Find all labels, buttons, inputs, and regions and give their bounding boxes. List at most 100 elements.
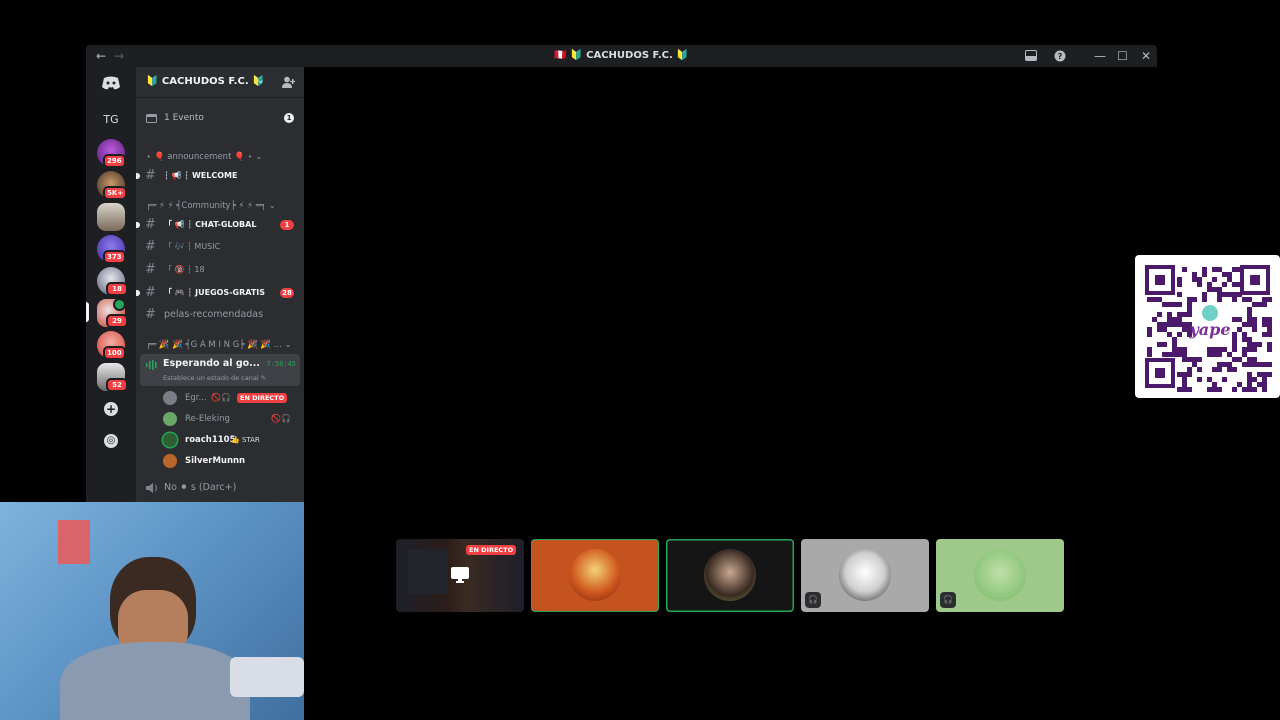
participant-tile[interactable]: 🎧 — [801, 539, 929, 612]
voice-user[interactable]: SilverMunnn — [163, 451, 303, 471]
voice-stage: EN DIRECTO 🎧 🎧 — [304, 67, 1157, 667]
voice-channel[interactable]: No ⚫ s (Darc+) — [136, 478, 304, 498]
qr-module — [1172, 322, 1177, 327]
qr-module — [1237, 327, 1242, 332]
qr-module — [1252, 322, 1257, 327]
text-channel-icon: # — [145, 262, 156, 277]
add-server-button[interactable]: + — [104, 402, 118, 416]
category-announcement[interactable]: ⋆ 🎈 announcement 🎈 ⋆ ⌄ — [146, 152, 263, 162]
explore-servers-button[interactable]: ◎ — [104, 434, 118, 448]
voice-user[interactable]: Egr... 🚫🎧 EN DIRECTO — [163, 388, 303, 408]
qr-module — [1212, 382, 1217, 387]
server-header[interactable]: 🔰 CACHUDOS F.C. 🔰 ⌄ — [136, 67, 304, 98]
folder-tg[interactable]: TG — [97, 106, 125, 134]
qr-module — [1247, 307, 1252, 312]
qr-module — [1167, 332, 1172, 337]
participant-tile[interactable]: 🎧 — [936, 539, 1064, 612]
qr-module — [1232, 267, 1237, 272]
qr-module — [1227, 367, 1232, 372]
qr-module — [1267, 297, 1272, 302]
voice-user[interactable]: roach1105 👍 STAR — [163, 430, 303, 450]
qr-module — [1197, 377, 1202, 382]
channel-chat-global[interactable]: # 「 📢 ┆ CHAT-GLOBAL 1 — [136, 215, 304, 235]
voice-channel-active[interactable]: Esperando al go... 7:58:45 Establece un … — [140, 354, 300, 386]
qr-module — [1202, 267, 1207, 272]
qr-module — [1162, 327, 1167, 332]
channel-pelas-recomendadas[interactable]: # pelas-recomendadas — [136, 305, 304, 325]
close-button[interactable]: ✕ — [1141, 49, 1151, 63]
qr-module — [1232, 347, 1237, 352]
qr-module — [1247, 387, 1252, 392]
chevron-down-icon[interactable]: ⌄ — [256, 73, 265, 86]
qr-module — [1217, 287, 1222, 292]
add-member-icon[interactable] — [282, 76, 295, 88]
selected-server-pill — [86, 302, 89, 322]
voice-user-name: roach1105 — [185, 435, 236, 445]
title-bar: ← → 🇵🇪 🔰 CACHUDOS F.C. 🔰 ? — ☐ ✕ — [86, 45, 1157, 67]
qr-module — [1172, 342, 1177, 347]
qr-module — [1172, 352, 1177, 357]
events-row[interactable]: 1 Evento 1 — [136, 108, 304, 128]
participant-tile[interactable] — [531, 539, 659, 612]
qr-module — [1252, 327, 1257, 332]
discord-logo-icon[interactable] — [101, 76, 121, 90]
category-gaming[interactable]: ╒═ 🎉 🎉 ╡G A M I N G╞ 🎉 🎉 ... ⌄ — [146, 340, 292, 350]
qr-module — [1217, 352, 1222, 357]
set-channel-status[interactable]: Establece un estado de canal ✎ — [163, 374, 266, 382]
channel-music[interactable]: # 「 🎶 ┆ MUSIC — [136, 237, 304, 257]
qr-module — [1217, 347, 1222, 352]
qr-module — [1262, 377, 1267, 382]
qr-module — [1182, 267, 1187, 272]
qr-module — [1217, 367, 1222, 372]
qr-module — [1182, 312, 1187, 317]
channel-name: pelas-recomendadas — [164, 309, 264, 320]
qr-module — [1227, 362, 1232, 367]
stream-tile[interactable]: EN DIRECTO — [396, 539, 524, 612]
qr-module — [1177, 322, 1182, 327]
qr-module — [1157, 312, 1162, 317]
qr-module — [1152, 297, 1157, 302]
qr-module — [1207, 282, 1212, 287]
qr-module — [1222, 362, 1227, 367]
qr-module — [1267, 372, 1272, 377]
qr-module — [1242, 362, 1247, 367]
wall-poster — [58, 520, 90, 564]
mention-badge: 100 — [103, 346, 126, 360]
qr-module — [1167, 302, 1172, 307]
deafened-icon: 🚫🎧 — [271, 414, 291, 423]
channel-18[interactable]: # 「 🔞 ┆ 18 — [136, 260, 304, 280]
qr-module — [1177, 302, 1182, 307]
text-channel-icon: # — [145, 285, 156, 300]
qr-module — [1187, 367, 1192, 372]
qr-module — [1247, 297, 1252, 302]
qr-module — [1257, 382, 1262, 387]
webcam-overlay — [0, 502, 304, 720]
qr-module — [1207, 347, 1212, 352]
help-icon[interactable]: ? — [1054, 50, 1066, 62]
channel-welcome[interactable]: # ┆ 📢 ┆ WELCOME — [136, 166, 304, 186]
svg-text:?: ? — [1058, 52, 1063, 61]
qr-module — [1207, 287, 1212, 292]
qr-module — [1242, 297, 1247, 302]
voice-user[interactable]: Re-Eleking 🚫🎧 — [163, 409, 303, 429]
qr-module — [1182, 352, 1187, 357]
mention-badge: 5K+ — [103, 186, 128, 200]
category-community[interactable]: ╒═ ⚡ ⚡ ╡Community╞ ⚡ ⚡ ═╕ ⌄ — [146, 201, 276, 211]
qr-module — [1197, 282, 1202, 287]
qr-module — [1237, 382, 1242, 387]
participant-tile[interactable] — [666, 539, 794, 612]
qr-module — [1267, 342, 1272, 347]
maximize-button[interactable]: ☐ — [1117, 49, 1128, 63]
live-badge: EN DIRECTO — [466, 545, 517, 555]
qr-module — [1187, 297, 1192, 302]
qr-module — [1247, 372, 1252, 377]
server-icon[interactable] — [97, 203, 125, 231]
qr-module — [1177, 387, 1182, 392]
qr-module — [1147, 327, 1152, 332]
minimize-button[interactable]: — — [1094, 49, 1106, 63]
qr-module — [1162, 342, 1167, 347]
qr-module — [1252, 357, 1257, 362]
mention-badge: 29 — [106, 314, 128, 328]
channel-juegos-gratis[interactable]: # 「 🎮 ┆ JUEGOS-GRATIS 28 — [136, 283, 304, 303]
inbox-icon[interactable] — [1025, 50, 1037, 61]
